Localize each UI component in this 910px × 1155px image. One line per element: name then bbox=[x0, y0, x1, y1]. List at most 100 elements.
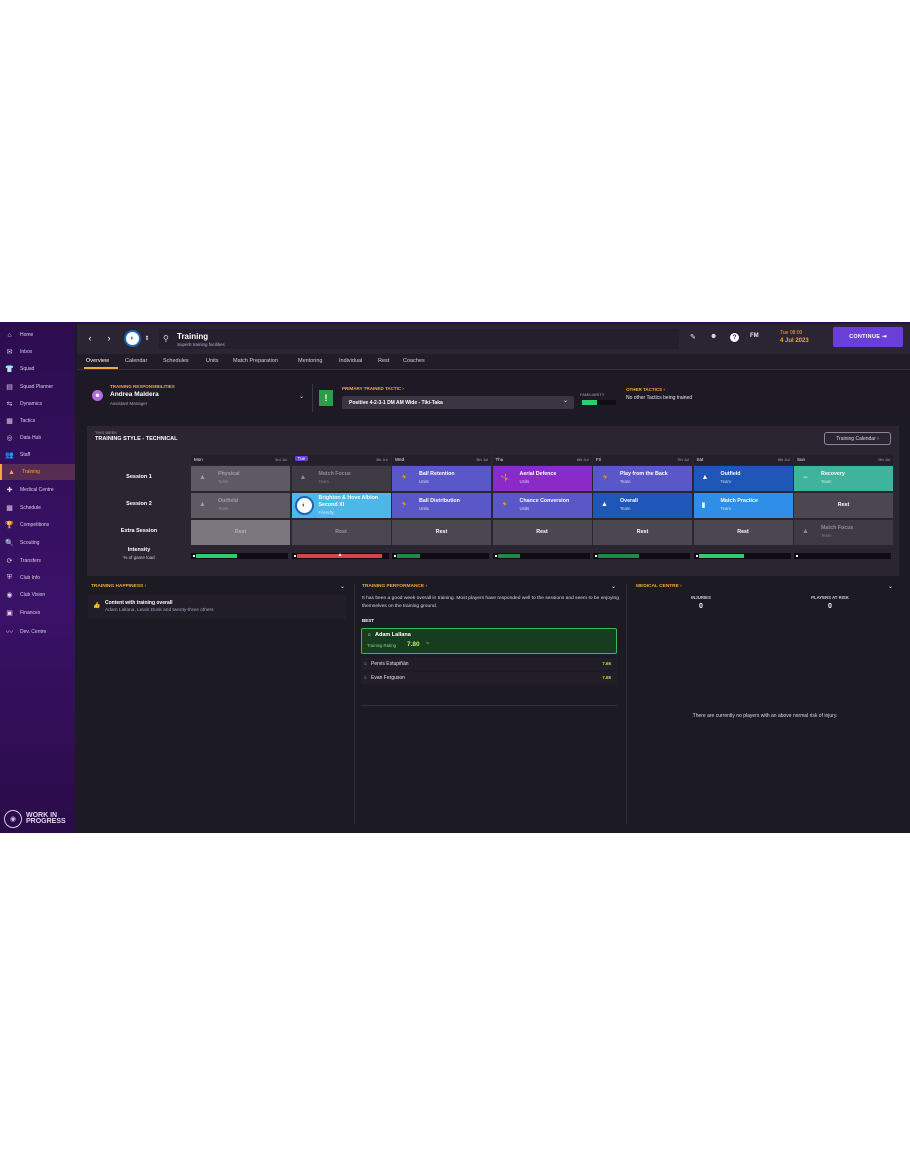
sidebar-item-squad-planner[interactable]: ▤ Squad Planner bbox=[0, 379, 75, 395]
best-player-card[interactable]: ☺ Adam Lallana Training Rating 7.80 ~ bbox=[361, 628, 617, 654]
training-session-cell[interactable]: ▲ Outfield Team bbox=[693, 466, 793, 491]
training-performance-label[interactable]: TRAINING PERFORMANCE › bbox=[362, 584, 427, 589]
other-tactics-label[interactable]: OTHER TACTICS › bbox=[626, 387, 665, 392]
sidebar-item-squad[interactable]: 👕 Squad bbox=[0, 361, 75, 377]
training-session-cell[interactable]: 🏃 Play from the Back Team bbox=[593, 466, 692, 491]
tab-overview[interactable]: Overview bbox=[86, 358, 109, 364]
responsible-staff-name[interactable]: Andrea Maldera bbox=[110, 391, 159, 398]
training-session-cell[interactable]: ▲ Outfield Team bbox=[191, 493, 290, 518]
sidebar-item-competitions[interactable]: 🏆 Competitions bbox=[0, 517, 75, 533]
day-name: Thu bbox=[495, 457, 504, 462]
training-session-cell[interactable]: Rest bbox=[794, 493, 893, 518]
training-responsibilities-label[interactable]: TRAINING RESPONSIBILITIES bbox=[110, 384, 175, 389]
help-icon[interactable]: ? bbox=[730, 333, 739, 342]
primary-tactic-label[interactable]: PRIMARY TRAINED TACTIC › bbox=[342, 386, 404, 391]
tab-mentoring[interactable]: Mentoring bbox=[298, 358, 322, 364]
day-name: Mon bbox=[194, 457, 203, 462]
intensity-bar[interactable] bbox=[191, 553, 288, 559]
responsibilities-dropdown-icon[interactable]: ⌄ bbox=[299, 393, 304, 400]
edit-icon[interactable]: ✎ bbox=[690, 333, 696, 341]
search-icon[interactable]: ⚲ bbox=[163, 334, 169, 343]
training-session-cell[interactable]: ◐ Brighton & Hove Albion Second XI Friendl… bbox=[291, 493, 391, 518]
intensity-bar[interactable] bbox=[593, 553, 690, 559]
sidebar-item-scouting[interactable]: 🔍 Scouting bbox=[0, 535, 75, 551]
best-rating-value: 7.80 bbox=[407, 641, 420, 648]
sidebar-item-label: Home bbox=[20, 332, 34, 338]
intensity-bar[interactable] bbox=[693, 553, 791, 559]
performance-collapse-icon[interactable]: ⌄ bbox=[611, 583, 616, 590]
sidebar-item-finances[interactable]: ▣ Finances bbox=[0, 605, 75, 621]
sidebar-item-transfers[interactable]: ⟳ Transfers bbox=[0, 553, 75, 569]
intensity-bar[interactable] bbox=[492, 553, 590, 559]
training-session-cell[interactable]: Rest bbox=[693, 520, 793, 545]
tab-calendar[interactable]: Calendar bbox=[125, 358, 147, 364]
sidebar-item-club-vision[interactable]: ◉ Club Vision bbox=[0, 587, 75, 603]
training-session-cell[interactable]: 🏃 Ball Retention Units bbox=[392, 466, 491, 491]
player-rating: 7.65 bbox=[602, 661, 611, 666]
training-session-cell[interactable]: 🤸 Aerial Defence Units bbox=[492, 466, 592, 491]
intensity-bar[interactable] bbox=[794, 553, 891, 559]
training-calendar-button[interactable]: Training Calendar › bbox=[824, 432, 891, 445]
session-subtitle: Units bbox=[419, 506, 429, 511]
assistant-icon[interactable]: ☻ bbox=[710, 333, 717, 340]
training-session-cell[interactable]: ▲ Physical Team bbox=[191, 466, 290, 491]
tab-schedules[interactable]: Schedules bbox=[163, 358, 189, 364]
opponent-badge-icon: ◐ bbox=[294, 496, 314, 515]
responsible-staff-role: Assistant Manager bbox=[110, 401, 148, 406]
forward-arrow-icon[interactable]: › bbox=[103, 332, 115, 344]
training-session-cell[interactable]: ▮ Match Practice Team bbox=[693, 493, 793, 518]
training-session-cell[interactable]: Rest bbox=[191, 520, 290, 545]
fm-menu-button[interactable]: FM bbox=[750, 333, 759, 339]
sidebar-item-club-info[interactable]: ⛨ Club Info bbox=[0, 570, 75, 586]
sidebar-item-dev-centre[interactable]: 〰 Dev. Centre bbox=[0, 624, 75, 640]
primary-tactic-select[interactable]: Positive 4-2-3-1 DM AM Wide - Tiki-Taka … bbox=[342, 396, 574, 409]
sidebar-item-inbox[interactable]: ✉ Inbox bbox=[0, 344, 75, 360]
tab-match-preparation[interactable]: Match Preparation bbox=[233, 358, 278, 364]
training-session-cell[interactable]: ⇔ Recovery Team bbox=[794, 466, 893, 491]
sidebar-item-data-hub[interactable]: ◎ Data Hub bbox=[0, 430, 75, 446]
sidebar-item-dynamics[interactable]: ⇆ Dynamics bbox=[0, 396, 75, 412]
training-session-cell[interactable]: Rest bbox=[492, 520, 592, 545]
inbox-icon: ✉ bbox=[6, 349, 13, 356]
medical-centre-icon: ✚ bbox=[6, 487, 13, 494]
tab-coaches[interactable]: Coaches bbox=[403, 358, 425, 364]
training-session-cell[interactable]: ▲ Overall Team bbox=[593, 493, 692, 518]
training-session-cell[interactable]: ▲ Match Focus Team bbox=[794, 520, 893, 545]
sidebar-item-schedule[interactable]: ▦ Schedule bbox=[0, 500, 75, 516]
session-title: Overall bbox=[620, 498, 638, 504]
player-name: Evan Ferguson bbox=[371, 675, 405, 681]
tab-rest[interactable]: Rest bbox=[378, 358, 389, 364]
club-badge-icon[interactable]: ◐ bbox=[124, 330, 141, 347]
tab-individual[interactable]: Individual bbox=[339, 358, 362, 364]
training-session-cell[interactable]: ▲ Match Focus Team bbox=[291, 466, 391, 491]
intensity-bar[interactable] bbox=[392, 553, 489, 559]
training-session-cell[interactable]: 🏃 Chance Conversion Units bbox=[492, 493, 592, 518]
medical-collapse-icon[interactable]: ⌄ bbox=[888, 583, 893, 590]
performance-row[interactable]: ☺ Pervis Estupiñán 7.65 bbox=[361, 658, 617, 670]
medical-centre-label[interactable]: MEDICAL CENTRE › bbox=[636, 584, 682, 589]
sidebar-item-training[interactable]: ▲ Training bbox=[0, 464, 75, 480]
session-title: Rest bbox=[636, 529, 649, 535]
sidebar-item-staff[interactable]: 👥 Staff bbox=[0, 447, 75, 463]
club-switch-icon[interactable]: ⇕ bbox=[141, 332, 153, 344]
continue-button[interactable]: CONTINUE ⇥ bbox=[833, 327, 903, 347]
performance-row[interactable]: ☺ Evan Ferguson 7.65 bbox=[361, 672, 617, 684]
training-session-cell[interactable]: Rest bbox=[291, 520, 391, 545]
training-session-cell[interactable]: 🏃 Ball Distribution Units bbox=[392, 493, 491, 518]
sidebar-item-tactics[interactable]: ▦ Tactics bbox=[0, 413, 75, 429]
tab-units[interactable]: Units bbox=[206, 358, 219, 364]
sidebar-item-home[interactable]: ⌂ Home bbox=[0, 327, 75, 343]
training-session-cell[interactable]: Rest bbox=[593, 520, 692, 545]
dynamics-icon: ⇆ bbox=[6, 401, 13, 408]
training-happiness-label[interactable]: TRAINING HAPPINESS › bbox=[91, 584, 146, 589]
session-type-icon: 🏃 bbox=[400, 475, 409, 482]
session-title: Rest bbox=[837, 502, 850, 508]
happiness-collapse-icon[interactable]: ⌄ bbox=[340, 583, 345, 590]
sidebar-item-medical-centre[interactable]: ✚ Medical Centre bbox=[0, 482, 75, 498]
intensity-bar[interactable]: ▲ bbox=[291, 552, 389, 559]
players-at-risk-label: PLAYERS AT RISK bbox=[811, 595, 849, 600]
page-title: Training bbox=[177, 332, 209, 341]
training-summary-row: TRAINING RESPONSIBILITIES ☻ Andrea Malde… bbox=[77, 370, 910, 416]
back-arrow-icon[interactable]: ‹ bbox=[84, 332, 96, 344]
training-session-cell[interactable]: Rest bbox=[392, 520, 491, 545]
